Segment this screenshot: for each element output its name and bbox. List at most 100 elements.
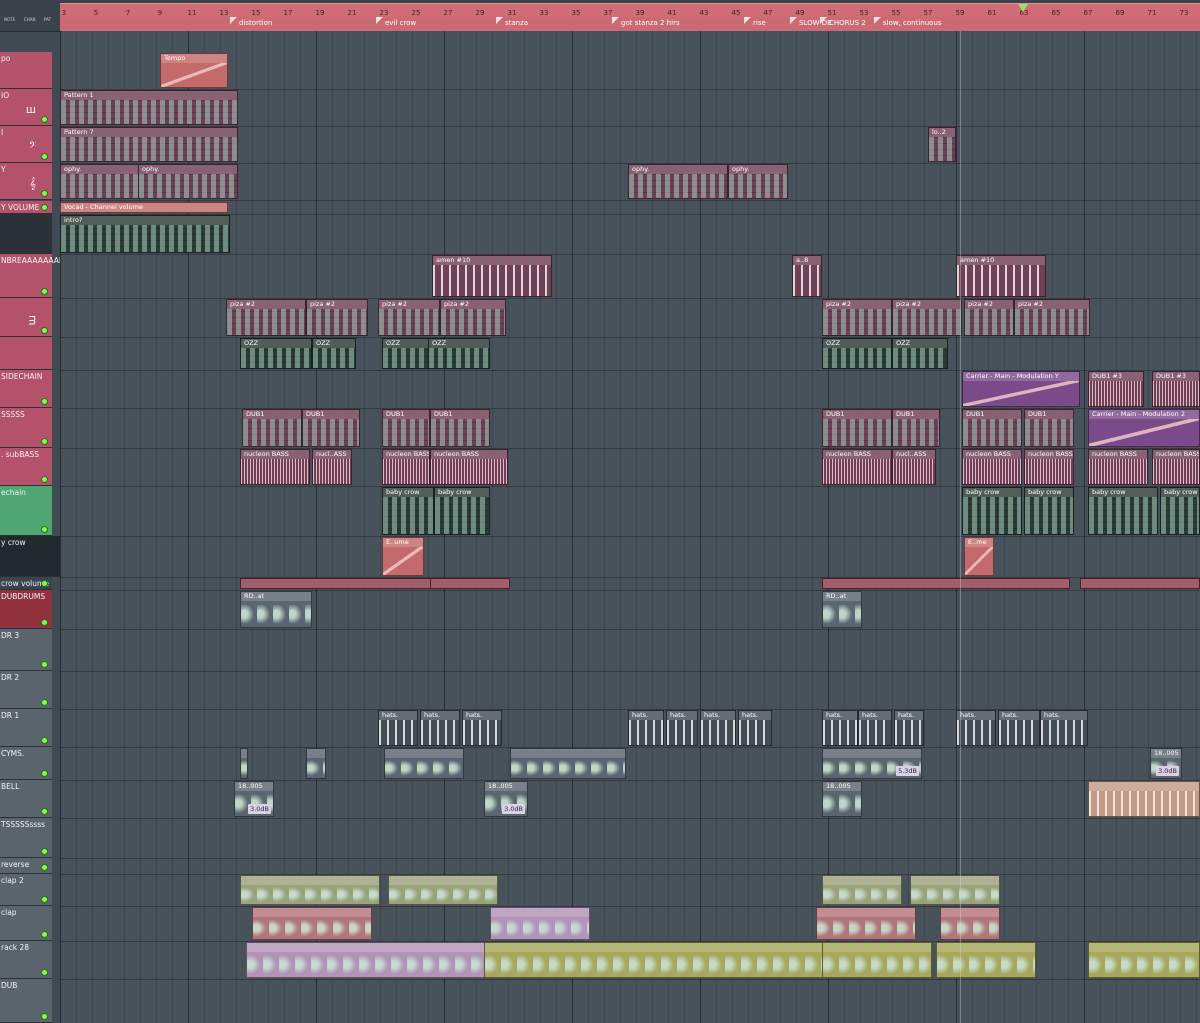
clip-title[interactable]: hats.	[859, 711, 891, 720]
clip-title[interactable]: intro?	[61, 216, 229, 225]
clip[interactable]: lo..2	[928, 127, 956, 162]
clip[interactable]	[490, 907, 590, 940]
clip[interactable]: DUB1	[962, 409, 1022, 447]
clip[interactable]	[484, 942, 824, 978]
clip-title[interactable]	[389, 876, 497, 885]
track-name[interactable]: Y VOLUME	[1, 203, 39, 212]
track-header[interactable]: y crow	[0, 536, 66, 577]
clip[interactable]	[252, 907, 372, 940]
track-name[interactable]: clap 2	[1, 876, 24, 885]
clip-title[interactable]: E..me	[965, 538, 993, 547]
clip-title[interactable]: hats.	[999, 711, 1039, 720]
track-enable-led-icon[interactable]	[41, 770, 48, 777]
track-name[interactable]: DUB	[1, 981, 17, 990]
clip-title[interactable]: DUB1	[823, 410, 891, 419]
track-enable-led-icon[interactable]	[41, 438, 48, 445]
clip-title[interactable]: piza #2	[307, 300, 367, 309]
bar-number[interactable]: 57	[924, 9, 933, 17]
clip-title[interactable]: OZZ	[241, 339, 311, 348]
clip-title[interactable]: piza #2	[1015, 300, 1089, 309]
clip[interactable]: OZZ	[892, 338, 948, 369]
clip-title[interactable]	[253, 908, 371, 917]
clip[interactable]: nucl..ASS	[312, 449, 352, 485]
clip[interactable]	[510, 748, 626, 779]
clip-title[interactable]: DUB1 #3	[1153, 372, 1199, 381]
clip[interactable]: amen #10	[432, 255, 552, 297]
bar-number[interactable]: 23	[380, 9, 389, 17]
track-name[interactable]: DR 3	[1, 631, 19, 640]
bar-number[interactable]: 27	[444, 9, 453, 17]
clip-title[interactable]	[241, 749, 247, 758]
clip[interactable]: DUB1	[892, 409, 940, 447]
timeline-marker[interactable]: evil crow	[376, 17, 416, 30]
clip-title[interactable]: baby crow	[383, 488, 433, 497]
clip[interactable]: piza #2	[378, 299, 440, 336]
clip-title[interactable]	[823, 943, 931, 952]
bar-number[interactable]: 53	[860, 9, 869, 17]
track-enable-led-icon[interactable]	[41, 808, 48, 815]
clip-title[interactable]: amen #10	[957, 256, 1045, 265]
clip-title[interactable]: baby crow	[1025, 488, 1073, 497]
clip-title[interactable]: ophy.	[139, 165, 237, 174]
clip[interactable]: ophy.	[60, 164, 150, 199]
clip[interactable]	[240, 748, 248, 779]
clip[interactable]: nucleon BASS	[1152, 449, 1200, 485]
bar-number[interactable]: 39	[636, 9, 645, 17]
clip-title[interactable]: piza #2	[893, 300, 961, 309]
track-name[interactable]: . subBASS	[1, 450, 39, 459]
track-enable-led-icon[interactable]	[41, 153, 48, 160]
clip[interactable]: hats.	[1040, 710, 1088, 746]
clip[interactable]: 18..005 3.0dB	[234, 781, 274, 817]
track-enable-led-icon[interactable]	[41, 931, 48, 938]
clip-title[interactable]: hats.	[823, 711, 857, 720]
clip[interactable]: hats.	[666, 710, 698, 746]
track-name[interactable]: y crow	[1, 538, 26, 547]
clip-title[interactable]	[485, 943, 823, 952]
bar-number[interactable]: 37	[604, 9, 613, 17]
clip-title[interactable]	[307, 749, 325, 758]
clip-title[interactable]: nucleon BASS	[1025, 450, 1073, 459]
clip-title[interactable]	[431, 579, 509, 588]
clip-title[interactable]: nucleon BASS	[241, 450, 309, 459]
clip[interactable]: Pattern 7	[60, 127, 238, 162]
clip-title[interactable]: DUB1	[431, 410, 489, 419]
track-name[interactable]: DR 1	[1, 711, 19, 720]
clip[interactable]: OZZ	[382, 338, 430, 369]
clip[interactable]	[822, 942, 932, 978]
clip-title[interactable]: OZZ	[313, 339, 355, 348]
track-name[interactable]: NBREAAAAAAAK	[1, 256, 64, 265]
clip[interactable]	[1088, 942, 1200, 978]
bar-number[interactable]: 71	[1148, 9, 1157, 17]
bar-number[interactable]: 29	[476, 9, 485, 17]
timeline-marker[interactable]: rise	[744, 17, 766, 30]
track-enable-led-icon[interactable]	[41, 848, 48, 855]
playhead-marker-icon[interactable]	[1018, 4, 1028, 12]
clip[interactable]: hats.	[628, 710, 664, 746]
clip-title[interactable]	[823, 876, 901, 885]
track-name[interactable]: SIDECHAIN	[1, 372, 42, 381]
track-header[interactable]	[0, 337, 52, 370]
track-enable-led-icon[interactable]	[41, 288, 48, 295]
clip-title[interactable]	[511, 749, 625, 758]
clip[interactable]: DUB1 #3	[1088, 371, 1144, 407]
clip-title[interactable]: nucl..ASS	[313, 450, 351, 459]
note-mode-label[interactable]: NOTE	[4, 17, 15, 22]
clip-title[interactable]: Vocad - Channel volume	[61, 203, 227, 212]
bar-number[interactable]: 65	[1052, 9, 1061, 17]
clip-title[interactable]: nucleon BASS	[383, 450, 429, 459]
clip[interactable]	[1088, 781, 1200, 817]
bar-number[interactable]: 51	[828, 9, 837, 17]
clip[interactable]: hats.	[420, 710, 460, 746]
track-name[interactable]: BELL	[1, 782, 19, 791]
clip-title[interactable]: nucleon BASS	[1153, 450, 1199, 459]
clip[interactable]: 5.3dB	[822, 748, 922, 779]
clip-title[interactable]: hats.	[739, 711, 771, 720]
clip[interactable]: baby crow	[434, 487, 490, 535]
clip-title[interactable]: hats.	[701, 711, 735, 720]
clip-title[interactable]: OZZ	[383, 339, 429, 348]
track-enable-led-icon[interactable]	[41, 327, 48, 334]
clip-title[interactable]: hats.	[421, 711, 459, 720]
clip-title[interactable]	[817, 908, 915, 917]
clip[interactable]: DUB1	[242, 409, 302, 447]
track-name[interactable]: echain	[1, 488, 26, 497]
